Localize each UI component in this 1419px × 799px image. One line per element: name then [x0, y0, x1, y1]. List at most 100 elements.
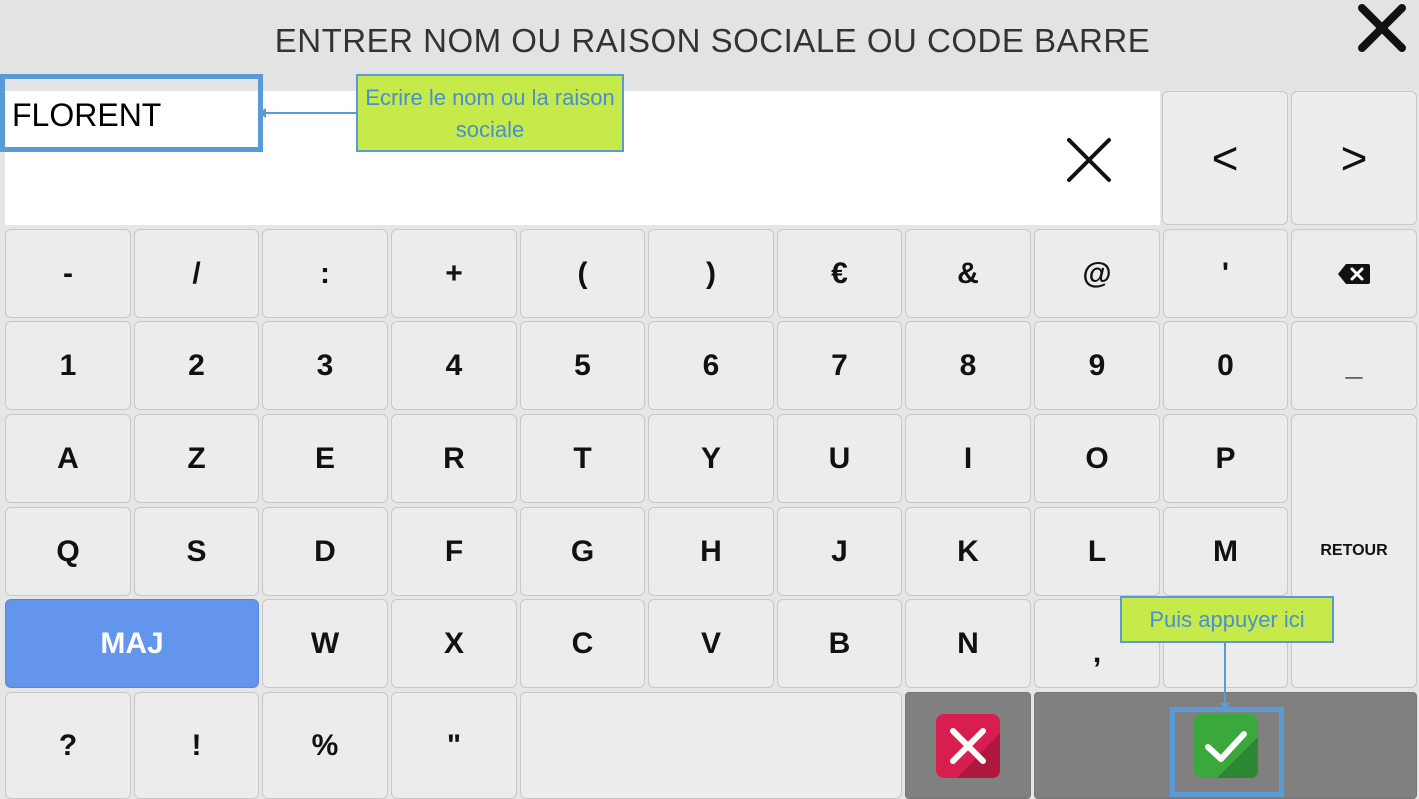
key-label: X: [443, 626, 464, 660]
key-label: Y: [700, 441, 721, 475]
key[interactable]: :: [262, 229, 388, 318]
key-label: H: [700, 534, 722, 568]
key-label: MAJ: [100, 626, 164, 660]
key[interactable]: 7: [777, 321, 902, 410]
key[interactable]: Y: [648, 414, 774, 503]
backspace-key[interactable]: [1291, 229, 1417, 318]
key[interactable]: D: [262, 507, 388, 596]
close-icon[interactable]: [1356, 2, 1408, 54]
key-label: !: [191, 728, 202, 762]
key-label: J: [831, 534, 848, 568]
key-label: U: [828, 441, 851, 475]
key-label: E: [314, 441, 335, 475]
key[interactable]: /: [134, 229, 259, 318]
key[interactable]: ?: [5, 692, 131, 799]
key-label: 8: [959, 348, 977, 382]
key[interactable]: V: [648, 599, 774, 688]
key[interactable]: S: [134, 507, 259, 596]
callout-text: Ecrire le nom ou la raison sociale: [365, 85, 615, 142]
key-label: V: [700, 626, 721, 660]
clear-input-icon[interactable]: [1064, 135, 1114, 185]
key[interactable]: L: [1034, 507, 1160, 596]
input-highlight: [0, 74, 263, 152]
page-title: ENTRER NOM OU RAISON SOCIALE OU CODE BAR…: [274, 22, 1151, 59]
key[interactable]: 0: [1163, 321, 1288, 410]
key[interactable]: 8: [905, 321, 1031, 410]
key-label: T: [573, 441, 592, 475]
key-label: ': [1221, 256, 1230, 290]
key[interactable]: N: [905, 599, 1031, 688]
key[interactable]: I: [905, 414, 1031, 503]
key-label: _: [1345, 348, 1363, 382]
key-label: RETOUR: [1320, 542, 1388, 559]
annotation-arrow: [258, 108, 360, 118]
key[interactable]: X: [391, 599, 517, 688]
key[interactable]: M: [1163, 507, 1288, 596]
key-label: G: [570, 534, 595, 568]
key[interactable]: €: [777, 229, 902, 318]
underscore-key[interactable]: _: [1291, 321, 1417, 410]
key[interactable]: O: [1034, 414, 1160, 503]
key[interactable]: P: [1163, 414, 1288, 503]
key-label: F: [444, 534, 464, 568]
key[interactable]: B: [777, 599, 902, 688]
key-label: 9: [1088, 348, 1106, 382]
key[interactable]: @: [1034, 229, 1160, 318]
shift-key[interactable]: MAJ: [5, 599, 259, 688]
callout-text: Puis appuyer ici: [1149, 607, 1305, 632]
key[interactable]: 2: [134, 321, 259, 410]
key-label: D: [314, 534, 336, 568]
key-label: ?: [58, 728, 78, 762]
key-label: Q: [56, 534, 80, 568]
key[interactable]: !: [134, 692, 259, 799]
key[interactable]: G: [520, 507, 645, 596]
key[interactable]: +: [391, 229, 517, 318]
key-label: 6: [702, 348, 720, 382]
key[interactable]: R: [391, 414, 517, 503]
key-label: %: [311, 728, 339, 762]
key[interactable]: 5: [520, 321, 645, 410]
key[interactable]: J: [777, 507, 902, 596]
space-key[interactable]: [520, 692, 902, 799]
key[interactable]: 6: [648, 321, 774, 410]
cancel-button[interactable]: [905, 692, 1031, 799]
key-label: N: [957, 626, 979, 660]
key[interactable]: A: [5, 414, 131, 503]
annotation-arrow: [1220, 643, 1230, 711]
key[interactable]: U: [777, 414, 902, 503]
key[interactable]: ': [1163, 229, 1288, 318]
key[interactable]: ): [648, 229, 774, 318]
key[interactable]: 9: [1034, 321, 1160, 410]
key-label: 2: [188, 348, 205, 382]
return-key[interactable]: RETOUR: [1291, 414, 1417, 688]
key[interactable]: %: [262, 692, 388, 799]
key[interactable]: 1: [5, 321, 131, 410]
key[interactable]: W: [262, 599, 388, 688]
key[interactable]: -: [5, 229, 131, 318]
key[interactable]: F: [391, 507, 517, 596]
cursor-left-key[interactable]: <: [1162, 91, 1288, 225]
key[interactable]: Q: [5, 507, 131, 596]
key-label: ": [446, 728, 462, 762]
key[interactable]: 3: [262, 321, 388, 410]
cursor-right-key[interactable]: >: [1291, 91, 1417, 225]
key[interactable]: K: [905, 507, 1031, 596]
backspace-icon: [1338, 263, 1370, 284]
name-hint-callout: Ecrire le nom ou la raison sociale: [356, 74, 624, 152]
key-label: 3: [316, 348, 334, 382]
key-label: A: [57, 441, 79, 475]
key[interactable]: 4: [391, 321, 517, 410]
key[interactable]: E: [262, 414, 388, 503]
key-label: M: [1213, 534, 1238, 568]
key[interactable]: ": [391, 692, 517, 799]
key[interactable]: &: [905, 229, 1031, 318]
key[interactable]: T: [520, 414, 645, 503]
key[interactable]: H: [648, 507, 774, 596]
key-label: 5: [574, 348, 591, 382]
key[interactable]: C: [520, 599, 645, 688]
key-label: &: [957, 256, 979, 290]
key-label: €: [831, 256, 848, 290]
key[interactable]: (: [520, 229, 645, 318]
key[interactable]: Z: [134, 414, 259, 503]
key-label: Z: [187, 441, 206, 475]
